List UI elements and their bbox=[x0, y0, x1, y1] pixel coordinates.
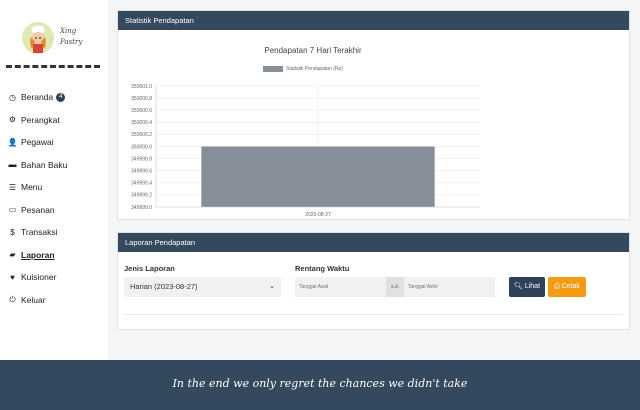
y-tick-label: 350000.2 bbox=[131, 132, 152, 138]
y-tick-label: 349999.0 bbox=[131, 205, 152, 211]
sidebar-item-label: Pesanan bbox=[21, 204, 55, 215]
y-tick-label: 350000.6 bbox=[131, 108, 152, 114]
stats-card: Statistik Pendapatan Pendapatan 7 Hari T… bbox=[117, 10, 630, 220]
sidebar-item-perangkat[interactable]: ⚙ Perangkat bbox=[8, 109, 104, 132]
sidebar: Xing Pastry ◷ Beranda 4 ⚙ Perangkat 👤 Pegawai ▬… bbox=[0, 0, 108, 360]
sidebar-divider bbox=[6, 65, 100, 68]
y-tick-label: 350000.4 bbox=[131, 120, 152, 126]
view-button[interactable]: 🔍︎ Lihat bbox=[509, 277, 545, 297]
sidebar-item-beranda[interactable]: ◷ Beranda 4 bbox=[8, 86, 104, 109]
report-type-select[interactable]: Harian (2023-08-27) ⌄ bbox=[124, 277, 281, 297]
report-type-value: Harian (2023-08-27) bbox=[130, 282, 198, 291]
sidebar-item-pesanan[interactable]: ▭ Pesanan bbox=[8, 199, 104, 222]
y-tick-label: 349999.2 bbox=[131, 193, 152, 199]
sidebar-item-label: Menu bbox=[21, 182, 43, 193]
y-tick-label: 350001.0 bbox=[131, 84, 152, 90]
chart-bar bbox=[201, 146, 435, 207]
sidebar-item-label: Perangkat bbox=[21, 114, 60, 125]
chef-logo-icon bbox=[22, 22, 54, 54]
sidebar-item-label: Pegawai bbox=[21, 137, 54, 148]
sidebar-item-label: Keluar bbox=[21, 294, 46, 305]
gear-icon: ⚙ bbox=[8, 115, 17, 125]
user-icon: 👤 bbox=[7, 137, 18, 147]
sidebar-item-keluar[interactable]: ⏻ Keluar bbox=[8, 289, 104, 312]
cart-icon: ▭ bbox=[8, 205, 17, 215]
clock-icon: ◷ bbox=[9, 92, 16, 102]
sidebar-item-bahan-baku[interactable]: ▬ Bahan Baku bbox=[8, 154, 104, 177]
sidebar-item-label: Kuisioner bbox=[21, 272, 57, 283]
date-range-separator: s.d. bbox=[386, 277, 404, 297]
brand-line2: Pastry bbox=[60, 38, 83, 46]
brand-name: Xing Pastry bbox=[60, 26, 82, 48]
view-button-label: Lihat bbox=[524, 283, 541, 290]
sidebar-item-label: Beranda bbox=[21, 92, 54, 103]
date-range-label: Rentang Waktu bbox=[295, 264, 350, 273]
sidebar-item-label: Transaksi bbox=[21, 227, 58, 238]
end-date-input[interactable] bbox=[404, 277, 495, 297]
sidebar-item-menu[interactable]: ☰ Menu bbox=[8, 176, 104, 199]
notification-badge: 4 bbox=[56, 92, 66, 102]
sidebar-item-transaksi[interactable]: $ Transaksi bbox=[8, 221, 104, 244]
brand-logo[interactable]: Xing Pastry bbox=[8, 14, 100, 62]
brand-line1: Xing bbox=[60, 27, 77, 35]
report-card: Laporan Pendapatan Jenis Laporan Harian … bbox=[117, 232, 630, 330]
heart-icon: ♥ bbox=[10, 272, 15, 282]
y-tick-label: 349999.6 bbox=[131, 169, 152, 175]
box-icon: ▬ bbox=[8, 160, 17, 170]
folder-open-icon: ▰ bbox=[9, 250, 16, 260]
chevron-down-icon: ⌄ bbox=[269, 283, 275, 290]
sidebar-nav: ◷ Beranda 4 ⚙ Perangkat 👤 Pegawai ▬ Bahan Baku ☰ M… bbox=[8, 86, 104, 311]
y-tick-label: 349999.8 bbox=[131, 156, 152, 162]
sidebar-item-laporan[interactable]: ▰ Laporan bbox=[8, 244, 104, 267]
report-card-header: Laporan Pendapatan bbox=[118, 233, 629, 252]
report-type-label: Jenis Laporan bbox=[124, 264, 175, 273]
dollar-icon: $ bbox=[10, 227, 15, 237]
start-date-input[interactable] bbox=[295, 277, 386, 297]
sidebar-item-pegawai[interactable]: 👤 Pegawai bbox=[8, 131, 104, 154]
report-result-divider bbox=[124, 314, 622, 315]
y-tick-label: 350000.8 bbox=[131, 96, 152, 102]
print-icon: ⎙ bbox=[554, 283, 560, 290]
print-button[interactable]: ⎙ Cetak bbox=[548, 277, 586, 297]
sidebar-item-label: Laporan bbox=[21, 249, 55, 260]
list-icon: ☰ bbox=[8, 182, 17, 192]
search-icon: 🔍︎ bbox=[513, 283, 523, 290]
footer-quote: In the end we only regret the chances we… bbox=[0, 360, 640, 410]
revenue-chart: 350001.0 350000.8 350000.6 350000.4 350000.2… bbox=[131, 84, 480, 218]
y-tick-label: 350000.0 bbox=[131, 144, 152, 150]
x-tick-label: 2023-08-27 bbox=[305, 212, 331, 218]
y-tick-label: 349999.4 bbox=[131, 181, 152, 187]
sidebar-item-kuisioner[interactable]: ♥ Kuisioner bbox=[8, 266, 104, 289]
print-button-label: Cetak bbox=[561, 283, 580, 290]
power-icon: ⏻ bbox=[9, 294, 16, 304]
sidebar-item-label: Bahan Baku bbox=[21, 159, 68, 170]
stats-card-header: Statistik Pendapatan bbox=[118, 11, 629, 30]
